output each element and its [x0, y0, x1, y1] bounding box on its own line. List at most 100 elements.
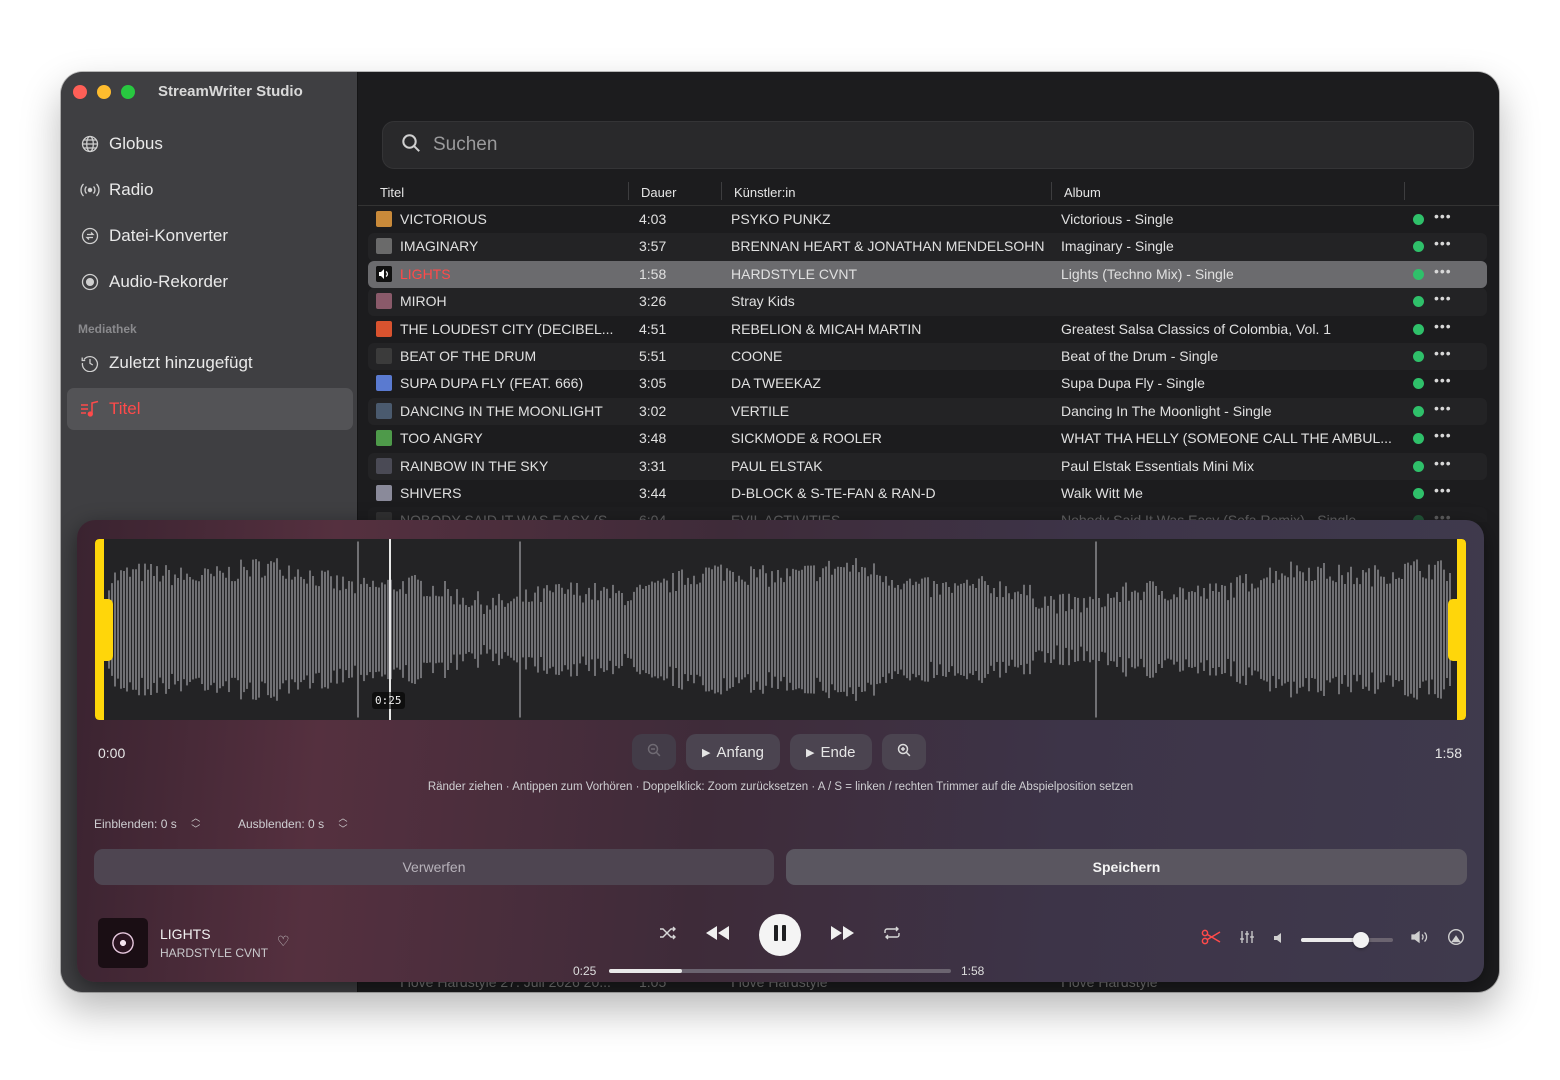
- search-icon: [401, 133, 421, 158]
- fade-out-label: Ausblenden: 0 s: [238, 817, 325, 831]
- sidebar-item-globus[interactable]: Globus: [67, 123, 353, 165]
- volume-low-icon: [1273, 931, 1283, 949]
- now-playing-title: LIGHTS: [160, 926, 211, 942]
- table-row[interactable]: BEAT OF THE DRUM 5:51 COONE Beat of the Dru…: [368, 342, 1487, 371]
- album-art: [376, 320, 392, 337]
- more-options-icon[interactable]: •••: [1434, 482, 1452, 498]
- track-artist: HARDSTYLE CVNT: [731, 265, 858, 282]
- fast-forward-button[interactable]: [829, 925, 855, 946]
- more-options-icon[interactable]: •••: [1434, 427, 1452, 443]
- column-header-artist[interactable]: Künstler:in: [734, 185, 795, 200]
- sidebar-item-radio[interactable]: Radio: [67, 169, 353, 211]
- fade-in-stepper[interactable]: ︿ ﹀: [187, 810, 205, 838]
- column-header-title[interactable]: Titel: [380, 185, 404, 200]
- column-header-duration[interactable]: Dauer: [641, 185, 676, 200]
- sidebar-item-recently-added[interactable]: Zuletzt hinzugefügt: [67, 342, 353, 384]
- table-row[interactable]: SHIVERS 3:44 D-BLOCK & S-TE-FAN & RAN-D Wal…: [368, 480, 1487, 507]
- track-artist: BRENNAN HEART & JONATHAN MENDELSOHN: [731, 238, 1045, 255]
- track-album: Dancing In The Moonlight - Single: [1061, 402, 1272, 419]
- discard-button[interactable]: Verwerfen: [94, 849, 774, 885]
- more-options-icon[interactable]: •••: [1434, 235, 1452, 251]
- play-from-start-button[interactable]: ▶ Anfang: [686, 734, 781, 770]
- close-window-button[interactable]: [73, 85, 87, 99]
- volume-fill: [1301, 937, 1361, 942]
- table-row[interactable]: VICTORIOUS 4:03 PSYKO PUNKZ Victorious - Si…: [368, 206, 1487, 233]
- track-title: SHIVERS: [400, 484, 462, 501]
- track-artist: COONE: [731, 347, 783, 364]
- album-art: [376, 402, 392, 419]
- volume-knob[interactable]: [1352, 931, 1369, 948]
- save-button[interactable]: Speichern: [786, 849, 1467, 885]
- track-duration: 3:26: [639, 293, 667, 310]
- chevron-down-icon[interactable]: ﹀: [339, 824, 348, 835]
- repeat-button[interactable]: [883, 926, 901, 945]
- more-options-icon[interactable]: •••: [1434, 208, 1452, 224]
- track-duration: 4:51: [639, 320, 667, 337]
- airplay-icon[interactable]: [1447, 928, 1465, 951]
- chevron-up-icon[interactable]: ︿: [191, 813, 200, 824]
- table-row[interactable]: MIROH 3:26 Stray Kids •••: [368, 288, 1487, 316]
- zoom-in-button[interactable]: [881, 734, 926, 770]
- column-header-album[interactable]: Album: [1064, 185, 1101, 200]
- table-row[interactable]: THE LOUDEST CITY (DECIBEL... 4:51 REBELION…: [368, 316, 1487, 343]
- more-options-icon[interactable]: •••: [1434, 263, 1452, 279]
- search-bar[interactable]: [382, 121, 1474, 169]
- left-trim-grip[interactable]: [95, 599, 113, 661]
- sidebar-item-audio-rekorder[interactable]: Audio-Rekorder: [67, 261, 353, 303]
- zoom-out-button[interactable]: [632, 734, 676, 770]
- album-art: [376, 457, 392, 474]
- more-options-icon[interactable]: •••: [1434, 290, 1452, 306]
- playback-controls: [659, 914, 901, 956]
- play-icon: ▶: [806, 746, 815, 759]
- heart-icon[interactable]: ♡: [277, 933, 290, 950]
- table-row[interactable]: RAINBOW IN THE SKY 3:31 PAUL ELSTAK Paul El…: [368, 452, 1487, 480]
- waveform[interactable]: 0:25: [95, 539, 1466, 720]
- right-trim-grip[interactable]: [1448, 599, 1466, 661]
- minimize-window-button[interactable]: [97, 85, 111, 99]
- table-row[interactable]: IMAGINARY 3:57 BRENNAN HEART & JONATHAN ME…: [368, 233, 1487, 261]
- more-options-icon[interactable]: •••: [1434, 318, 1452, 334]
- track-album: Greatest Salsa Classics of Colombia, Vol…: [1061, 320, 1332, 337]
- track-album: Paul Elstak Essentials Mini Mix: [1061, 457, 1254, 474]
- table-row[interactable]: LIGHTS 1:58 HARDSTYLE CVNT Lights (Techno M…: [368, 260, 1487, 289]
- progress-fill: [609, 969, 682, 973]
- more-options-icon[interactable]: •••: [1434, 455, 1452, 471]
- album-cover[interactable]: [98, 918, 148, 968]
- volume-slider[interactable]: [1301, 931, 1393, 948]
- table-row[interactable]: TOO ANGRY 3:48 SICKMODE & ROOLER WHAT THA H…: [368, 425, 1487, 452]
- fade-out-stepper[interactable]: ︿ ﹀: [334, 810, 352, 838]
- track-title: VICTORIOUS: [400, 211, 487, 227]
- window-controls: [73, 85, 135, 99]
- now-playing-bar: LIGHTS HARDSTYLE CVNT ♡ 0:25 1:58: [77, 906, 1484, 982]
- progress-bar[interactable]: [609, 969, 951, 973]
- sidebar-item-label: Audio-Rekorder: [109, 272, 229, 291]
- check-circle-icon: [1413, 214, 1424, 225]
- table-row[interactable]: SUPA DUPA FLY (FEAT. 666) 3:05 DA TWEEKAZ S…: [368, 370, 1487, 397]
- zoom-window-button[interactable]: [121, 85, 135, 99]
- library-nav: Zuletzt hinzugefügt Titel: [67, 342, 353, 434]
- more-options-icon[interactable]: •••: [1434, 400, 1452, 416]
- sidebar-item-datei-konverter[interactable]: Datei-Konverter: [67, 215, 353, 257]
- chevron-up-icon[interactable]: ︿: [339, 813, 348, 824]
- track-title: MIROH: [400, 293, 447, 310]
- sidebar-item-titel[interactable]: Titel: [67, 388, 353, 430]
- rewind-button[interactable]: [705, 925, 731, 946]
- more-options-icon[interactable]: •••: [1434, 345, 1452, 361]
- scissors-icon[interactable]: [1201, 929, 1221, 950]
- more-options-icon[interactable]: •••: [1434, 372, 1452, 388]
- shuffle-button[interactable]: [659, 926, 677, 945]
- track-duration: 3:31: [639, 457, 667, 474]
- pause-icon: [773, 924, 787, 947]
- button-label: Ende: [820, 743, 856, 761]
- track-duration: 3:48: [639, 430, 667, 447]
- table-row[interactable]: DANCING IN THE MOONLIGHT 3:02 VERTILE Danci…: [368, 397, 1487, 426]
- fade-out-control: Ausblenden: 0 s ︿ ﹀: [238, 810, 352, 838]
- search-input[interactable]: [433, 134, 1333, 156]
- chevron-down-icon[interactable]: ﹀: [191, 824, 200, 835]
- pause-button[interactable]: [759, 914, 801, 956]
- convert-icon: [79, 225, 101, 247]
- equalizer-icon[interactable]: [1239, 930, 1255, 949]
- album-art: [376, 484, 392, 501]
- track-duration: 4:03: [639, 211, 667, 227]
- play-end-button[interactable]: ▶ Ende: [790, 734, 872, 770]
